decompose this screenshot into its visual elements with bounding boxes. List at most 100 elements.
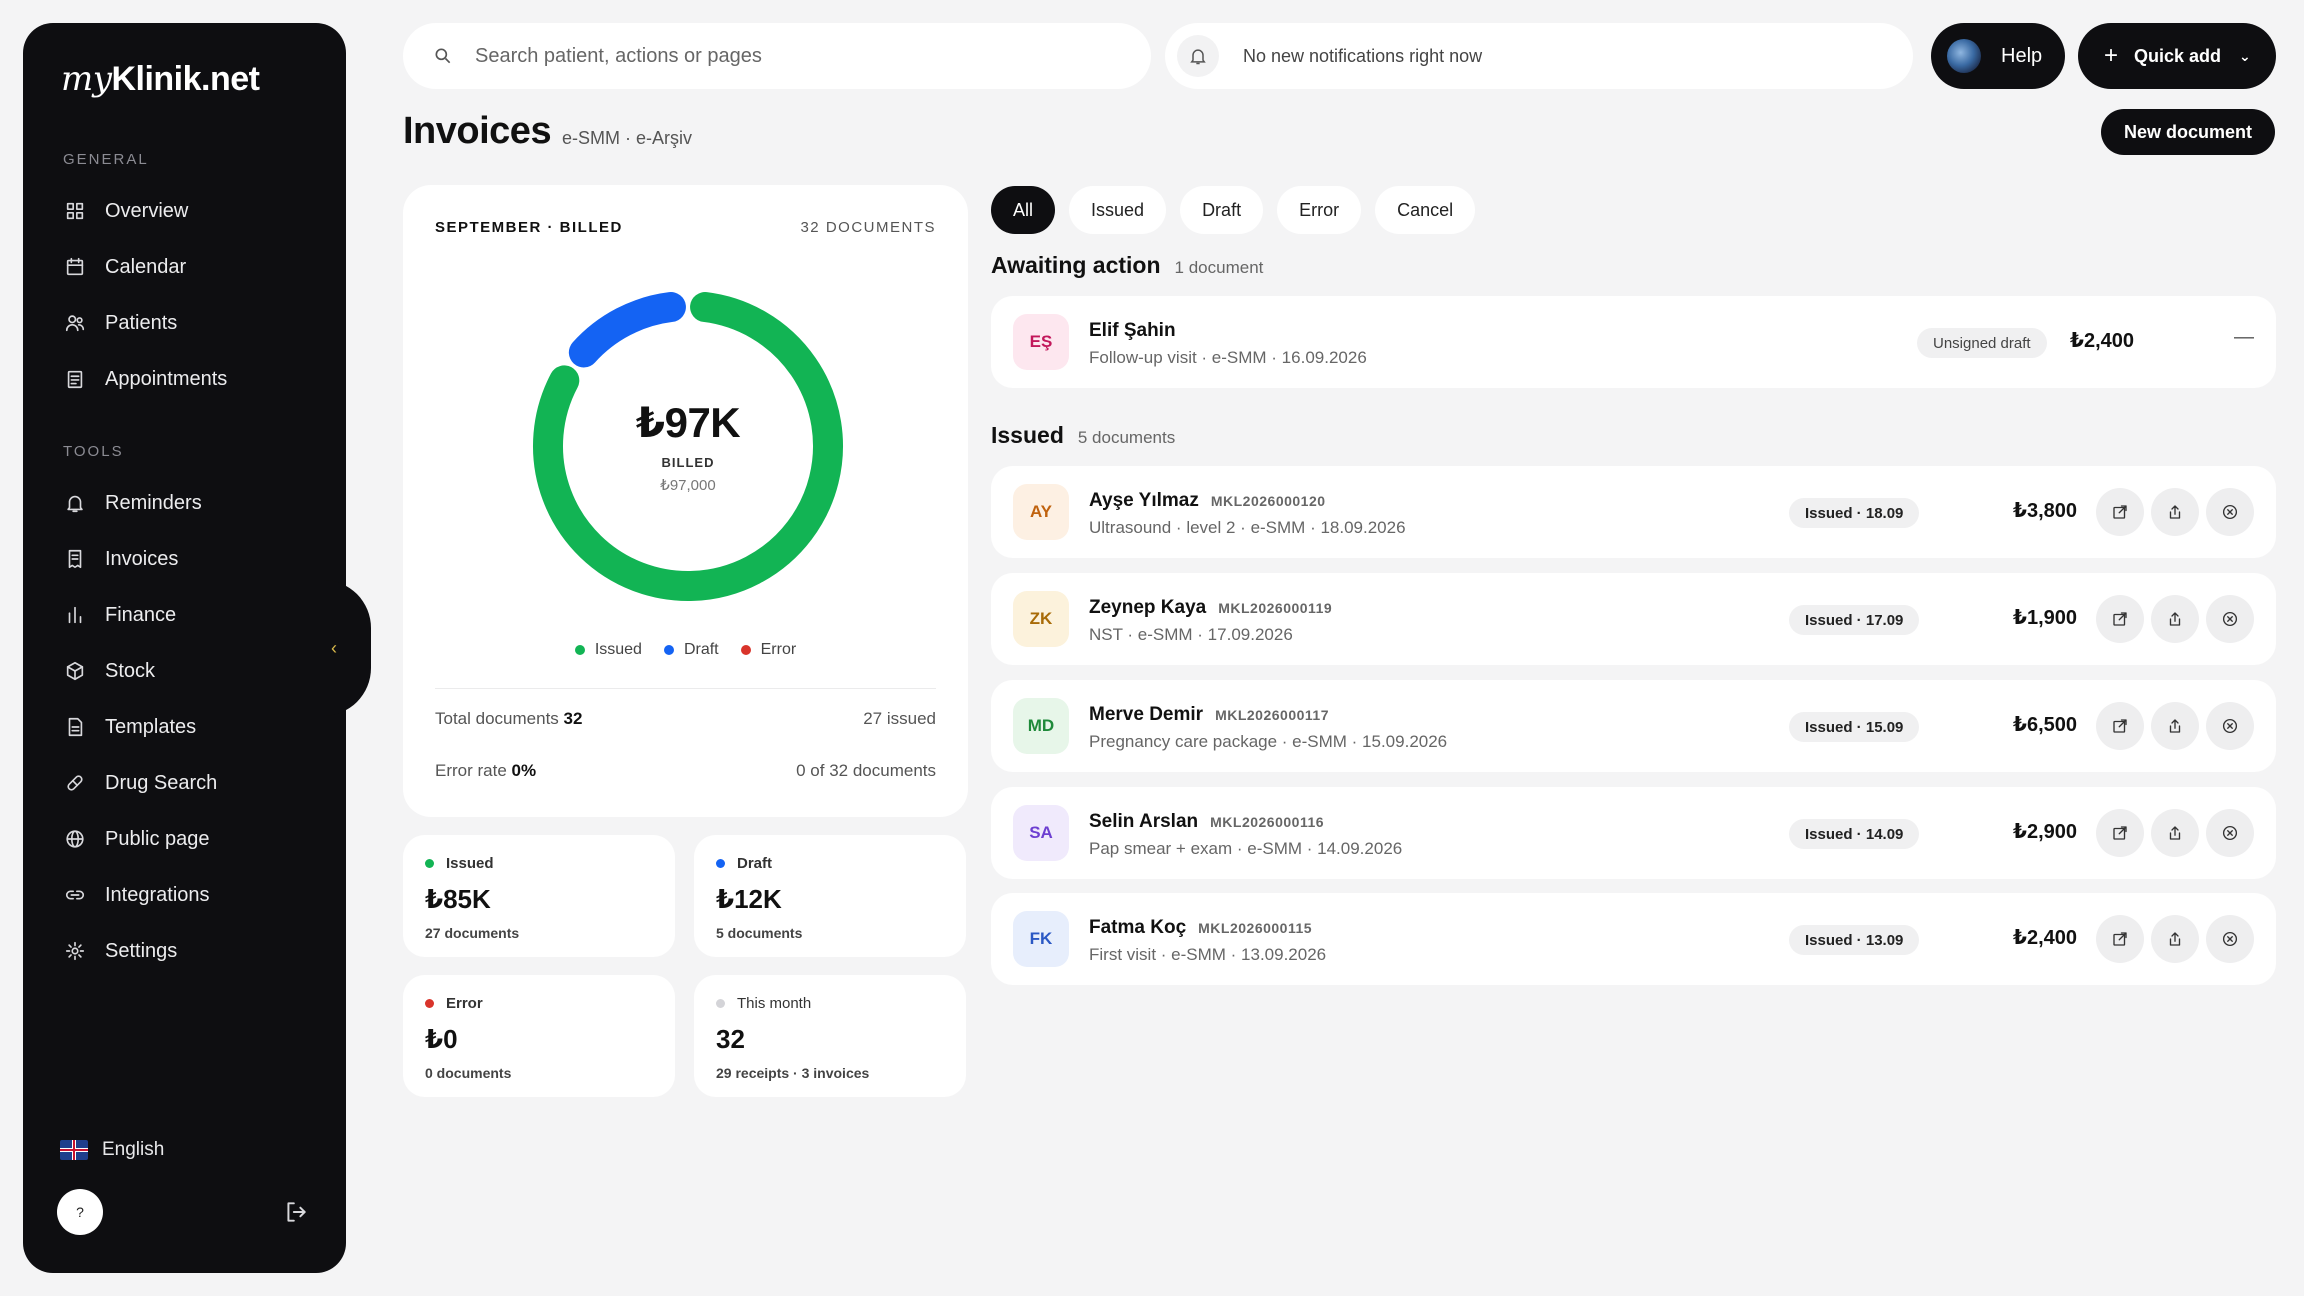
sidebar-item-appointments[interactable]: Appointments (63, 359, 227, 399)
invoice-detail: Pap smear + exam · e-SMM · 14.09.2026 (1089, 839, 1403, 858)
cancel-circle-icon[interactable] (2206, 915, 2254, 963)
table-row[interactable]: ZK Zeynep Kaya MKL2026000119 NST · e-SMM · … (991, 573, 2276, 665)
avatar: SA (1013, 805, 1069, 861)
help-avatar-icon (1947, 39, 1981, 73)
awaiting-section-header: Awaiting action 1 document (991, 252, 1264, 278)
sidebar-item-label: Drug Search (105, 771, 218, 794)
share-icon[interactable] (2151, 702, 2199, 750)
cancel-circle-icon[interactable] (2206, 702, 2254, 750)
users-icon (63, 311, 87, 335)
status-badge: Issued · 14.09 (1789, 819, 1920, 849)
sidebar-collapse-toggle[interactable]: ‹ (323, 580, 371, 716)
table-row[interactable]: AY Ayşe Yılmaz MKL2026000120 Ultrasound · l… (991, 466, 2276, 558)
share-icon[interactable] (2151, 809, 2199, 857)
avatar: MD (1013, 698, 1069, 754)
invoice-code: MKL2026000116 (1210, 814, 1325, 830)
notification-bar[interactable]: No new notifications right now (1165, 23, 1913, 89)
avatar: FK (1013, 911, 1069, 967)
new-document-button[interactable]: New document (2101, 109, 2275, 155)
quick-add-button[interactable]: + Quick add ⌄ (2078, 23, 2276, 89)
filter-cancel[interactable]: Cancel (1375, 186, 1476, 234)
invoice-amount: ₺2,400 (2013, 927, 2077, 949)
status-badge: Issued · 15.09 (1789, 712, 1920, 742)
open-external-icon[interactable] (2096, 595, 2144, 643)
sidebar-item-public-page[interactable]: Public page (63, 819, 210, 859)
share-icon[interactable] (2151, 595, 2199, 643)
table-row[interactable]: MD Merve Demir MKL2026000117 Pregnancy care… (991, 680, 2276, 772)
avatar: EŞ (1013, 314, 1069, 370)
gear-icon (63, 939, 87, 963)
table-row[interactable]: FK Fatma Koç MKL2026000115 First visit · e-… (991, 893, 2276, 985)
summary-doc-count: 32 DOCUMENTS (800, 219, 936, 236)
open-external-icon[interactable] (2096, 809, 2144, 857)
sidebar-item-label: Integrations (105, 883, 210, 906)
stat-card-error[interactable]: Error ₺0 0 documents (403, 975, 675, 1097)
filter-all[interactable]: All (991, 186, 1056, 234)
invoice-code: MKL2026000117 (1215, 707, 1329, 723)
sidebar-item-overview[interactable]: Overview (63, 191, 188, 231)
invoice-amount: ₺3,800 (2013, 500, 2077, 522)
search-input[interactable]: Search patient, actions or pages (403, 23, 1151, 89)
app-logo[interactable]: myKlinik.net (61, 59, 260, 99)
sidebar-item-label: Appointments (105, 367, 228, 390)
search-icon (435, 48, 451, 64)
open-external-icon[interactable] (2096, 702, 2144, 750)
link-icon (63, 883, 87, 907)
chevron-left-icon: ‹ (331, 637, 337, 658)
sidebar-item-finance[interactable]: Finance (63, 595, 176, 635)
table-row[interactable]: EŞ Elif Şahin Follow-up visit · e-SMM · … (991, 296, 2276, 388)
invoice-detail: Follow-up visit · e-SMM · 16.09.2026 (1089, 348, 1367, 367)
help-button[interactable]: Help (1931, 23, 2065, 89)
invoice-detail: First visit · e-SMM · 13.09.2026 (1089, 945, 1327, 964)
page-title: Invoices (403, 110, 552, 152)
section-label-general: GENERAL (63, 151, 149, 168)
sidebar: myKlinik.net GENERAL Overview Calendar P… (23, 23, 346, 1273)
sidebar-item-drug-search[interactable]: Drug Search (63, 763, 217, 803)
language-label: English (102, 1139, 165, 1160)
sidebar-item-integrations[interactable]: Integrations (63, 875, 210, 915)
invoice-detail: Ultrasound · level 2 · e-SMM · 18.09.202… (1089, 518, 1406, 537)
avatar: AY (1013, 484, 1069, 540)
sidebar-item-templates[interactable]: Templates (63, 707, 196, 747)
open-external-icon[interactable] (2096, 488, 2144, 536)
share-icon[interactable] (2151, 915, 2199, 963)
legend-error: Error (740, 641, 796, 659)
sidebar-item-label: Patients (105, 311, 178, 334)
invoice-code: MKL2026000119 (1218, 600, 1333, 616)
sidebar-item-settings[interactable]: Settings (63, 931, 177, 971)
sidebar-item-label: Invoices (105, 547, 179, 570)
sidebar-item-label: Settings (105, 939, 178, 962)
sidebar-item-stock[interactable]: Stock (63, 651, 155, 691)
sidebar-item-patients[interactable]: Patients (63, 303, 177, 343)
sidebar-item-reminders[interactable]: Reminders (63, 483, 202, 523)
cancel-circle-icon[interactable] (2206, 809, 2254, 857)
filter-error[interactable]: Error (1277, 186, 1362, 234)
page-subtitle: e-SMM · e-Arşiv (562, 128, 692, 148)
cancel-circle-icon[interactable] (2206, 488, 2254, 536)
row-menu-button[interactable]: — (2234, 326, 2254, 349)
language-selector[interactable]: English (60, 1139, 164, 1161)
stat-card-this-month[interactable]: This month 32 29 receipts · 3 invoices (694, 975, 966, 1097)
stat-card-draft[interactable]: Draft ₺12K 5 documents (694, 835, 966, 957)
status-badge: Issued · 13.09 (1789, 925, 1920, 955)
help-circle-button[interactable]: ? (57, 1189, 103, 1235)
open-external-icon[interactable] (2096, 915, 2144, 963)
filter-issued[interactable]: Issued (1069, 186, 1167, 234)
invoice-code: MKL2026000120 (1210, 493, 1326, 509)
sidebar-item-calendar[interactable]: Calendar (63, 247, 186, 287)
invoice-code: MKL2026000115 (1198, 920, 1313, 936)
share-icon[interactable] (2151, 488, 2199, 536)
logout-icon[interactable] (283, 1199, 309, 1230)
filter-draft[interactable]: Draft (1180, 186, 1264, 234)
divider (435, 688, 936, 689)
sidebar-item-invoices[interactable]: Invoices (63, 539, 178, 579)
legend-draft: Draft (663, 641, 719, 659)
invoice-detail: NST · e-SMM · 17.09.2026 (1089, 625, 1293, 644)
table-row[interactable]: SA Selin Arslan MKL2026000116 Pap smear + e… (991, 787, 2276, 879)
globe-icon (63, 827, 87, 851)
cancel-circle-icon[interactable] (2206, 595, 2254, 643)
invoice-amount: ₺2,400 (2070, 330, 2134, 352)
stat-card-issued[interactable]: Issued ₺85K 27 documents (403, 835, 675, 957)
status-badge: Issued · 17.09 (1789, 605, 1920, 635)
legend-issued: Issued (574, 641, 642, 659)
